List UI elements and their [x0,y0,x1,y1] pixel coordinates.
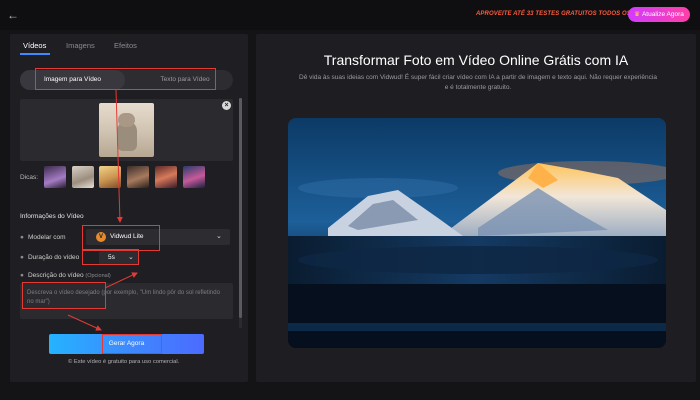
uploaded-image-thumbnail [99,103,154,157]
optional-tag: (Opcional) [85,273,111,279]
description-label: ● Descrição do vídeo (Opcional) [20,272,111,279]
tab-videos[interactable]: Vídeos [23,41,46,50]
tip-thumbnail[interactable] [72,166,94,188]
back-arrow-icon[interactable]: ← [6,8,20,22]
active-tab-indicator [20,53,50,55]
promo-banner: APROVEITE ATÉ 33 TESTES GRATUITOS TODOS … [476,11,650,17]
model-label: ● Modelar com [20,234,66,241]
duration-label-text: Duração do vídeo [27,254,80,261]
scrollbar-thumb[interactable] [239,98,242,318]
image-upload-area[interactable] [20,99,233,161]
annotation-box [102,334,162,354]
copyright-icon: © [68,359,73,365]
description-label-text: Descrição do vídeo [27,272,84,279]
sample-mountain-image [288,118,666,348]
upgrade-button[interactable]: ♛ Atualize Agora [628,7,690,22]
crown-icon: ♛ [634,11,640,18]
annotation-box [82,225,160,251]
upgrade-label: Atualize Agora [641,11,684,18]
chevron-down-icon: ⌄ [216,233,222,240]
mountain-illustration [288,118,666,348]
duration-label: ● Duração do vídeo [20,254,79,261]
tip-thumbnail[interactable] [183,166,205,188]
bullet-icon: ● [20,272,24,279]
top-bar: ← APROVEITE ATÉ 33 TESTES GRATUITOS TODO… [0,0,700,30]
commercial-use-note: © Este vídeo é gratuito para uso comerci… [68,359,179,365]
bullet-icon: ● [20,254,24,261]
tip-thumbnail[interactable] [44,166,66,188]
annotation-box [35,68,216,90]
annotation-box [22,282,106,309]
footnote-text: Este vídeo é gratuito para uso comercial… [73,359,180,365]
video-info-heading: Informações do Vídeo [20,213,84,220]
tip-thumbnail[interactable] [155,166,177,188]
tip-thumbnail[interactable] [99,166,121,188]
tab-bar: Vídeos Imagens Efeitos [10,34,248,58]
tab-images[interactable]: Imagens [66,41,95,50]
cat-head-shape [118,113,135,127]
tab-effects[interactable]: Efeitos [114,41,137,50]
bullet-icon: ● [20,234,24,241]
annotation-box [82,249,139,265]
tip-thumbnail[interactable] [127,166,149,188]
model-label-text: Modelar com [27,234,66,241]
hero-subtitle: Dê vida às suas ideias com Vidwud! É sup… [299,74,657,91]
remove-image-icon[interactable]: × [222,101,231,110]
tips-label: Dicas: [20,174,39,181]
hero-title: Transformar Foto em Vídeo Online Grátis … [323,52,629,68]
